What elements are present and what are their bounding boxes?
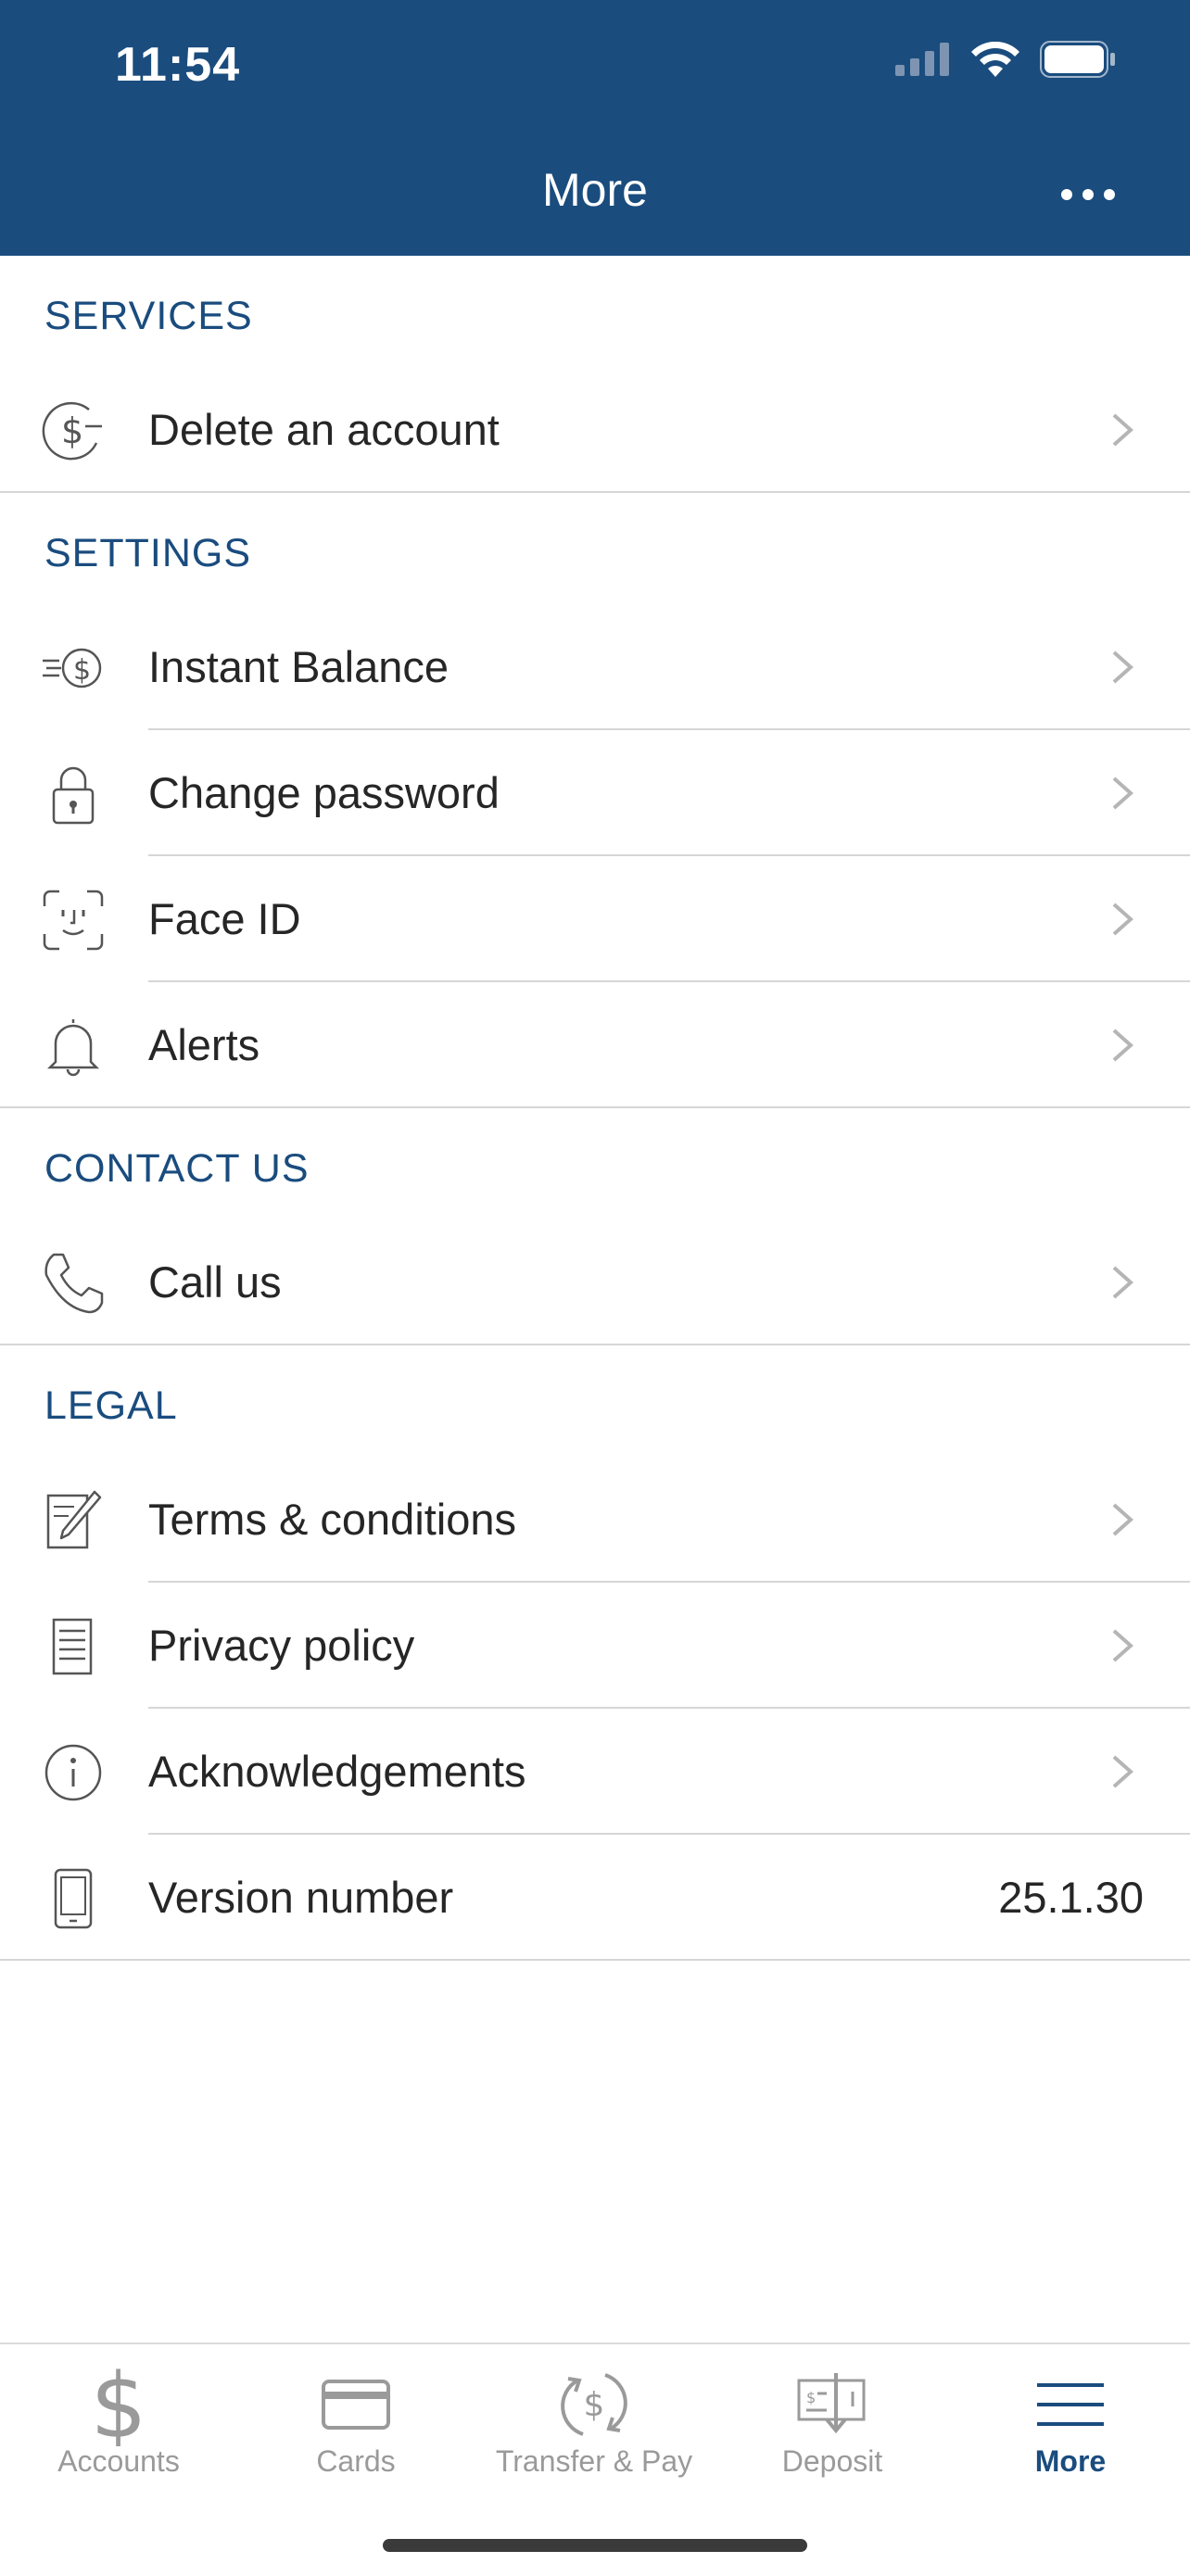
chevron-right-icon [1112,650,1134,684]
document-edit-icon [46,1490,102,1549]
menu-item-label: Face ID [148,894,301,943]
status-time: 11:54 [115,38,241,92]
menu-item-label: Privacy policy [148,1621,415,1670]
transfer-icon: $ [561,2373,627,2436]
menu-item-change-password[interactable]: Change password [0,730,1190,856]
more-menu-list: SERVICES $ Delete an account SETTINGS $ … [0,256,1190,1961]
tab-cards[interactable]: Cards [237,2344,475,2493]
menu-item-delete-account[interactable]: $ Delete an account [0,367,1190,493]
menu-item-label: Call us [148,1257,282,1307]
fast-dollar-icon: $ [43,648,102,688]
tab-label: Cards [316,2444,396,2478]
chevron-right-icon [1112,777,1134,810]
chevron-right-icon [1112,903,1134,936]
wifi-icon [971,42,1019,77]
section-title: SETTINGS [44,531,252,575]
tab-transfer-pay[interactable]: $ Transfer & Pay [475,2344,713,2493]
app-header: 11:54 More [0,0,1190,256]
chevron-right-icon [1112,1629,1134,1662]
menu-item-label: Instant Balance [148,642,449,691]
tab-label: Transfer & Pay [495,2444,693,2478]
section-title: CONTACT US [44,1146,310,1191]
menu-item-label: Acknowledgements [148,1747,526,1796]
menu-item-terms[interactable]: Terms & conditions [0,1457,1190,1583]
tab-label: More [1034,2444,1107,2478]
lock-icon [52,766,95,825]
section-title: SERVICES [44,294,253,338]
tab-accounts[interactable]: $ Accounts [0,2344,237,2493]
svg-text:$: $ [806,2389,816,2406]
section-header-settings: SETTINGS [0,493,1190,604]
tab-label: Accounts [57,2444,180,2478]
menu-item-label: Terms & conditions [148,1495,517,1544]
section-title: LEGAL [44,1383,178,1428]
tab-more[interactable]: More [951,2344,1190,2493]
menu-item-label: Version number [148,1873,454,1922]
home-indicator[interactable] [383,2539,807,2552]
deposit-check-icon: $ [797,2373,866,2434]
menu-item-instant-balance[interactable]: $ Instant Balance [0,604,1190,730]
phone-icon [44,1253,104,1314]
bell-icon [46,1019,100,1077]
section-header-contact: CONTACT US [0,1108,1190,1219]
tab-deposit[interactable]: $ Deposit [714,2344,951,2493]
dollar-icon: $ [90,2363,146,2446]
menu-item-label: Delete an account [148,405,500,454]
menu-icon [1037,2383,1104,2426]
menu-item-face-id[interactable]: Face ID [0,856,1190,982]
menu-item-label: Alerts [148,1020,260,1069]
version-number-row: Version number 25.1.30 [0,1835,1190,1961]
version-value: 25.1.30 [998,1873,1144,1922]
page-title: More [542,164,648,216]
svg-text:$: $ [584,2386,605,2424]
face-id-icon [43,890,104,951]
section-header-services: SERVICES [0,256,1190,367]
svg-text:$: $ [73,654,91,687]
section-header-legal: LEGAL [0,1345,1190,1457]
cellular-signal-icon [895,43,949,76]
menu-item-privacy[interactable]: Privacy policy [0,1583,1190,1709]
info-icon [44,1744,102,1801]
chevron-right-icon [1112,1029,1134,1062]
chevron-right-icon [1112,1755,1134,1788]
menu-item-call-us[interactable]: Call us [0,1219,1190,1345]
battery-icon [1040,41,1115,78]
more-options-button[interactable] [1051,167,1125,222]
status-icons [895,41,1116,78]
chevron-right-icon [1112,413,1134,447]
card-icon [322,2380,390,2430]
menu-item-acknowledgements[interactable]: Acknowledgements [0,1709,1190,1835]
menu-item-label: Change password [148,768,500,817]
ellipsis-icon [1061,189,1115,200]
dollar-minus-icon: $ [42,401,102,461]
chevron-right-icon [1112,1503,1134,1536]
tab-label: Deposit [781,2444,883,2478]
menu-item-alerts[interactable]: Alerts [0,982,1190,1108]
chevron-right-icon [1112,1266,1134,1299]
svg-text:$: $ [61,410,83,451]
svg-text:$: $ [90,2363,146,2446]
document-icon [52,1618,93,1675]
phone-device-icon [54,1868,93,1929]
